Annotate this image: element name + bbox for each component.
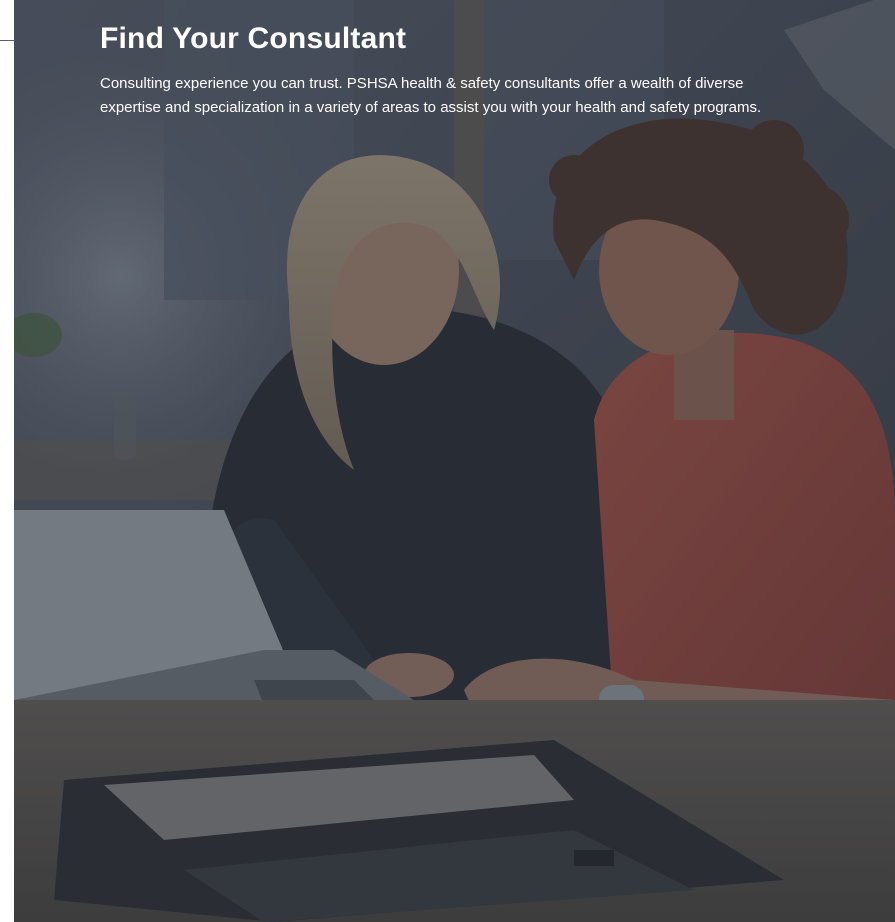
hero-text-block: Find Your Consultant Consulting experien…: [100, 20, 800, 120]
hero-description: Consulting experience you can trust. PSH…: [100, 75, 762, 116]
consultant-hero-banner: Find Your Consultant Consulting experien…: [14, 0, 895, 922]
left-gutter: [0, 0, 14, 922]
hero-title: Find Your Consultant: [100, 22, 407, 55]
gutter-divider: [0, 40, 14, 41]
hero-dark-overlay: [14, 0, 895, 922]
